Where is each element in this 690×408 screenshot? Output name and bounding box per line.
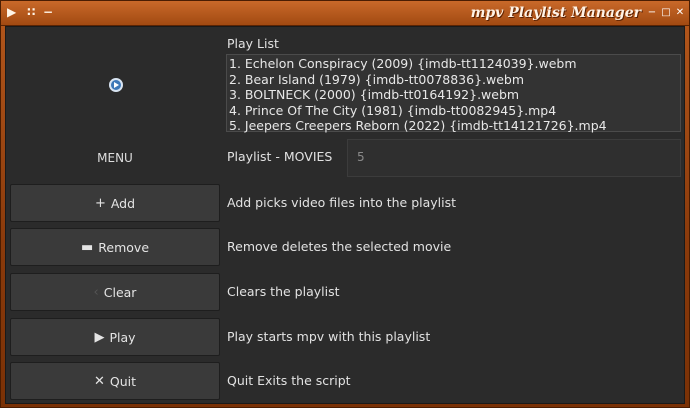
play-icon: ▶ xyxy=(94,329,105,345)
grip-icon[interactable]: ∷ xyxy=(27,4,35,20)
quit-button-label: Quit xyxy=(109,373,137,389)
clear-description: Clears the playlist xyxy=(227,284,340,299)
playlist-item[interactable]: 2. Bear Island (1979) {imdb-tt0078836}.w… xyxy=(229,72,678,88)
add-button-label: Add xyxy=(110,195,136,211)
clear-icon: ‹ xyxy=(93,284,99,300)
maximize-icon[interactable]: □ xyxy=(660,7,672,19)
add-description: Add picks video files into the playlist xyxy=(227,195,457,210)
window-title: mpv Playlist Manager xyxy=(470,5,641,21)
menu-heading: MENU xyxy=(97,151,133,165)
playlist-item[interactable]: 4. Prince Of The City (1981) {imdb-tt008… xyxy=(229,103,678,119)
minimize-icon[interactable]: − xyxy=(646,7,658,19)
main-panel: Play List 1. Echelon Conspiracy (2009) {… xyxy=(5,26,685,404)
title-bar[interactable]: ▶ ∷ − mpv Playlist Manager − □ ✕ xyxy=(1,1,689,26)
shade-icon[interactable]: − xyxy=(43,4,53,20)
quit-button[interactable]: ✕ Quit xyxy=(10,362,220,400)
close-icon[interactable]: ✕ xyxy=(674,7,686,19)
playlist-item[interactable]: 1. Echelon Conspiracy (2009) {imdb-tt112… xyxy=(229,56,678,72)
play-description: Play starts mpv with this playlist xyxy=(227,329,431,344)
playlist-count-value: 5 xyxy=(357,150,365,164)
clear-button-label: Clear xyxy=(103,284,137,300)
add-button[interactable]: + Add xyxy=(10,184,220,222)
play-button-label: Play xyxy=(109,329,136,345)
window-menu-icon[interactable]: ▶ xyxy=(7,4,16,20)
remove-button-label: Remove xyxy=(98,239,150,255)
remove-description: Remove deletes the selected movie xyxy=(227,239,452,254)
remove-button[interactable]: ▬ Remove xyxy=(10,228,220,266)
plus-icon: + xyxy=(94,195,106,211)
app-window: ▶ ∷ − mpv Playlist Manager − □ ✕ Play Li… xyxy=(0,0,690,408)
play-button[interactable]: ▶ Play xyxy=(10,318,220,356)
playlist-label: Play List xyxy=(227,36,279,51)
minus-icon: ▬ xyxy=(80,239,94,255)
mpv-logo-icon xyxy=(109,78,123,92)
clear-button[interactable]: ‹ Clear xyxy=(10,273,220,311)
playlist-item[interactable]: 5. Jeepers Creepers Reborn (2022) {imdb-… xyxy=(229,118,678,134)
close-icon: ✕ xyxy=(93,373,105,389)
playlist-listbox[interactable]: 1. Echelon Conspiracy (2009) {imdb-tt112… xyxy=(226,54,681,134)
quit-description: Quit Exits the script xyxy=(227,373,351,388)
playlist-count-field[interactable]: 5 xyxy=(347,139,681,177)
playlist-name-label: Playlist - MOVIES xyxy=(227,149,333,164)
playlist-item[interactable]: 3. BOLTNECK (2000) {imdb-tt0164192}.webm xyxy=(229,87,678,103)
